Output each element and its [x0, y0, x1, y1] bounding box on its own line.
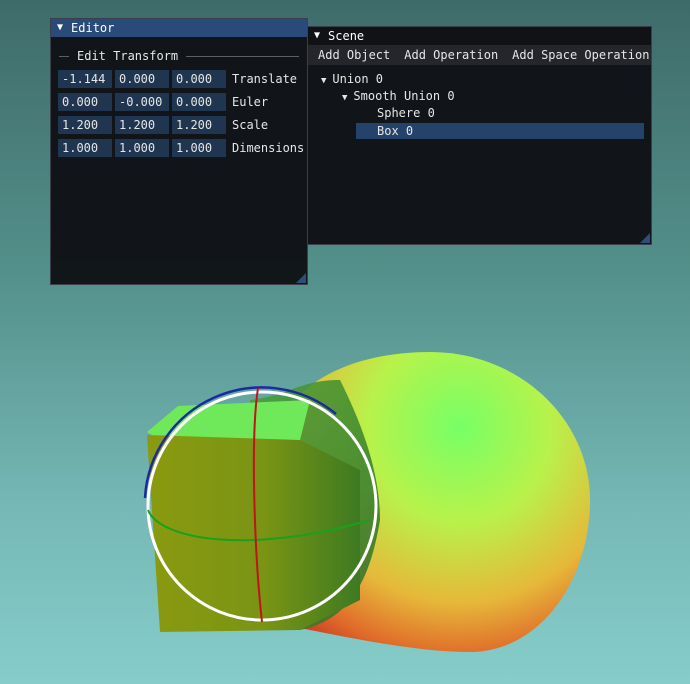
tree-node-sphere-0[interactable]: Sphere 0	[377, 105, 435, 121]
separator-line-left	[59, 55, 69, 57]
euler-z-field[interactable]	[172, 93, 226, 111]
tree-node-label: Box 0	[377, 124, 414, 138]
resize-grip-icon[interactable]	[296, 273, 306, 283]
dimensions-z-field[interactable]	[172, 139, 226, 157]
editor-title: Editor	[71, 21, 115, 35]
scene-title: Scene	[328, 29, 365, 43]
dimensions-y-field[interactable]	[115, 139, 169, 157]
euler-label: Euler	[232, 95, 269, 109]
scale-x-field[interactable]	[58, 116, 112, 134]
tree-node-box-0[interactable]: Box 0	[356, 123, 644, 139]
menu-add-operation[interactable]: Add Operation	[404, 48, 498, 62]
edit-transform-label: Edit Transform	[77, 49, 179, 63]
scene-menubar: Add Object Add Operation Add Space Opera…	[308, 45, 651, 65]
euler-row: Euler	[58, 93, 268, 111]
box-front-face	[147, 435, 360, 632]
smooth-union-neck	[250, 380, 380, 630]
collapse-triangle-icon[interactable]: ▼	[57, 19, 63, 37]
gizmo-z-ring[interactable]	[143, 386, 337, 499]
edit-transform-separator: Edit Transform	[59, 47, 299, 65]
scale-z-field[interactable]	[172, 116, 226, 134]
collapse-triangle-icon[interactable]: ▼	[314, 27, 320, 45]
dimensions-x-field[interactable]	[58, 139, 112, 157]
menu-add-object[interactable]: Add Object	[318, 48, 390, 62]
dimensions-label: Dimensions	[232, 141, 305, 155]
tree-node-label: Union 0	[332, 72, 383, 86]
tree-node-union-0[interactable]: ▼ Union 0	[321, 71, 383, 87]
sdf-blob-surface	[300, 352, 590, 652]
translate-label: Translate	[232, 72, 298, 86]
translate-y-field[interactable]	[115, 70, 169, 88]
expand-triangle-icon[interactable]: ▼	[321, 76, 326, 86]
expand-triangle-icon[interactable]: ▼	[342, 93, 347, 103]
resize-grip-icon[interactable]	[640, 233, 650, 243]
separator-line-right	[186, 55, 299, 57]
tree-node-label: Sphere 0	[377, 106, 435, 120]
scale-label: Scale	[232, 118, 269, 132]
editor-window[interactable]: ▼ Editor Edit Transform Translate Euler …	[50, 18, 308, 285]
scale-y-field[interactable]	[115, 116, 169, 134]
gizmo-x-ring[interactable]	[252, 387, 263, 623]
scene-window[interactable]: ▼ Scene Add Object Add Operation Add Spa…	[307, 26, 652, 245]
editor-titlebar[interactable]: ▼ Editor	[51, 19, 307, 37]
dimensions-row: Dimensions	[58, 139, 304, 157]
euler-x-field[interactable]	[58, 93, 112, 111]
gizmo-y-ring[interactable]	[147, 509, 371, 542]
translate-row: Translate	[58, 70, 297, 88]
box-top-face	[147, 400, 310, 440]
translate-z-field[interactable]	[172, 70, 226, 88]
rotate-gizmo[interactable]	[143, 386, 378, 623]
scale-row: Scale	[58, 116, 268, 134]
tree-node-smooth-union-0[interactable]: ▼ Smooth Union 0	[342, 88, 455, 104]
menu-add-space-operation[interactable]: Add Space Operation	[512, 48, 649, 62]
scene-titlebar[interactable]: ▼ Scene	[308, 27, 651, 45]
euler-y-field[interactable]	[115, 93, 169, 111]
translate-x-field[interactable]	[58, 70, 112, 88]
gizmo-outer-ring[interactable]	[146, 390, 378, 622]
tree-node-label: Smooth Union 0	[353, 89, 455, 103]
